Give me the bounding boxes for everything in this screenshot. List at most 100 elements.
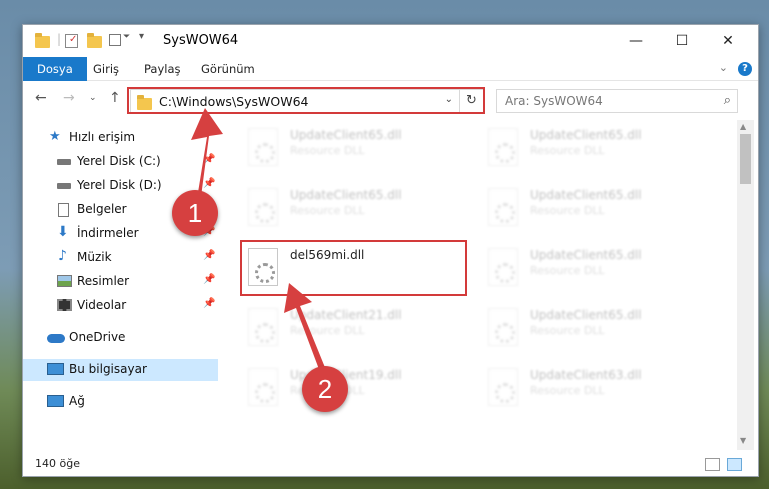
sidebar-item-label: Videolar <box>77 298 127 312</box>
film-icon <box>57 299 72 311</box>
dll-file-icon <box>248 188 278 226</box>
dll-file-icon <box>248 308 278 346</box>
search-icon[interactable]: ⌕ <box>724 93 731 108</box>
chevron-down-icon[interactable]: ⌄ <box>719 61 728 74</box>
file-name: UpdateClient65.dll <box>290 188 402 202</box>
scroll-thumb[interactable] <box>740 134 751 184</box>
sidebar-item-label: OneDrive <box>69 330 126 344</box>
computer-icon <box>47 363 64 375</box>
highlight-box-file <box>240 240 467 296</box>
list-item[interactable]: UpdateClient19.dll Resource DLL <box>240 362 460 420</box>
pin-icon[interactable]: 📌 <box>203 178 215 189</box>
file-name: UpdateClient63.dll <box>530 368 642 382</box>
sidebar-item-label: İndirmeler <box>77 226 139 240</box>
folder-icon <box>35 33 50 48</box>
tab-view[interactable]: Görünüm <box>201 57 255 81</box>
dll-file-icon <box>488 368 518 406</box>
pin-icon[interactable]: 📌 <box>203 298 215 309</box>
sidebar-item-label: Yerel Disk (D:) <box>77 178 162 192</box>
navigation-bar: ← → ⌄ ↑ C:\Windows\SysWOW64 ⌄ ↻ Ara: Sys… <box>23 82 758 116</box>
help-icon[interactable]: ? <box>738 62 752 76</box>
file-description: Resource DLL <box>530 324 605 337</box>
file-description: Resource DLL <box>290 144 365 157</box>
list-item[interactable]: UpdateClient65.dll Resource DLL <box>480 302 700 360</box>
large-icons-view-icon[interactable] <box>727 458 742 471</box>
sidebar-item-this-pc[interactable]: Bu bilgisayar <box>23 359 218 381</box>
list-item[interactable]: UpdateClient65.dll Resource DLL <box>480 122 700 180</box>
list-item[interactable]: UpdateClient65.dll Resource DLL <box>480 182 700 240</box>
sidebar-item-videos[interactable]: Videolar 📌 <box>23 295 218 317</box>
search-input[interactable]: Ara: SysWOW64 ⌕ <box>496 89 738 113</box>
vertical-scrollbar[interactable]: ▲ ▼ <box>737 120 754 450</box>
document-icon <box>58 203 69 217</box>
callout-badge-2: 2 <box>302 366 348 412</box>
pin-icon[interactable]: 📌 <box>203 274 215 285</box>
sidebar-item-label: Hızlı erişim <box>69 130 136 144</box>
music-icon: ♪ <box>58 248 67 264</box>
close-button[interactable]: ✕ <box>705 25 751 57</box>
dll-file-icon <box>488 128 518 166</box>
sidebar-item-network[interactable]: Ağ <box>23 391 218 413</box>
sidebar-item-onedrive[interactable]: OneDrive <box>23 327 218 349</box>
network-icon <box>47 395 64 407</box>
star-icon: ★ <box>49 129 61 144</box>
sidebar-item-label: Yerel Disk (C:) <box>77 154 161 168</box>
details-view-icon[interactable] <box>705 458 720 471</box>
drive-icon <box>57 183 71 189</box>
list-item[interactable]: UpdateClient21.dll Resource DLL <box>240 302 460 360</box>
list-item[interactable]: UpdateClient65.dll Resource DLL <box>480 242 700 300</box>
dll-file-icon <box>488 308 518 346</box>
file-description: Resource DLL <box>290 324 365 337</box>
file-name: UpdateClient65.dll <box>530 248 642 262</box>
list-item[interactable]: UpdateClient65.dll Resource DLL <box>240 182 460 240</box>
sidebar-item-drive-c[interactable]: Yerel Disk (C:) 📌 <box>23 151 218 173</box>
list-item[interactable]: UpdateClient65.dll Resource DLL <box>240 122 460 180</box>
highlight-box-address <box>127 87 485 114</box>
status-bar: 140 öğe <box>23 453 758 477</box>
sidebar-item-music[interactable]: ♪ Müzik 📌 <box>23 247 218 269</box>
dll-file-icon <box>248 128 278 166</box>
file-description: Resource DLL <box>290 204 365 217</box>
forward-arrow-icon[interactable]: → <box>63 90 75 106</box>
minimize-button[interactable]: — <box>613 25 659 57</box>
download-icon: ⬇ <box>57 224 69 240</box>
title-bar: | ✓ ⏷ ▾ SysWOW64 — ☐ ✕ <box>23 25 758 57</box>
new-folder-icon[interactable] <box>87 33 102 48</box>
separator: | <box>57 32 62 46</box>
ribbon: Dosya Giriş Paylaş Görünüm ⌄ ? <box>23 57 758 81</box>
file-name: UpdateClient65.dll <box>530 188 642 202</box>
up-arrow-icon[interactable]: ↑ <box>109 90 121 106</box>
navigation-pane: ★ Hızlı erişim Yerel Disk (C:) 📌 Yerel D… <box>23 120 218 450</box>
tab-home[interactable]: Giriş <box>93 57 119 81</box>
sidebar-item-label: Resimler <box>77 274 130 288</box>
back-arrow-icon[interactable]: ← <box>35 90 47 106</box>
file-description: Resource DLL <box>530 204 605 217</box>
sidebar-item-label: Belgeler <box>77 202 127 216</box>
file-name: UpdateClient65.dll <box>290 128 402 142</box>
pin-icon[interactable]: 📌 <box>203 250 215 261</box>
dll-file-icon <box>488 188 518 226</box>
sidebar-item-label: Ağ <box>69 394 85 408</box>
sidebar-item-label: Bu bilgisayar <box>69 362 147 376</box>
dll-file-icon <box>488 248 518 286</box>
recent-locations-icon[interactable]: ⌄ <box>89 93 97 103</box>
file-name: UpdateClient21.dll <box>290 308 402 322</box>
qa-dropdown-icon[interactable]: ⏷ <box>123 32 130 42</box>
tab-share[interactable]: Paylaş <box>144 57 181 81</box>
sidebar-item-pictures[interactable]: Resimler 📌 <box>23 271 218 293</box>
file-description: Resource DLL <box>530 144 605 157</box>
maximize-button[interactable]: ☐ <box>659 25 705 57</box>
sidebar-item-quick-access[interactable]: ★ Hızlı erişim <box>23 127 218 149</box>
view-options-icon[interactable] <box>109 34 121 46</box>
scroll-up-icon[interactable]: ▲ <box>740 122 746 131</box>
check-icon: ✓ <box>69 34 78 45</box>
pin-icon[interactable]: 📌 <box>203 154 215 165</box>
list-item[interactable]: UpdateClient63.dll Resource DLL <box>480 362 700 420</box>
customize-icon[interactable]: ▾ <box>139 31 144 42</box>
tab-file[interactable]: Dosya <box>23 57 87 81</box>
dll-file-icon <box>248 368 278 406</box>
file-description: Resource DLL <box>530 384 605 397</box>
item-count: 140 öğe <box>35 457 80 470</box>
scroll-down-icon[interactable]: ▼ <box>740 436 746 445</box>
search-placeholder: Ara: SysWOW64 <box>505 94 603 108</box>
